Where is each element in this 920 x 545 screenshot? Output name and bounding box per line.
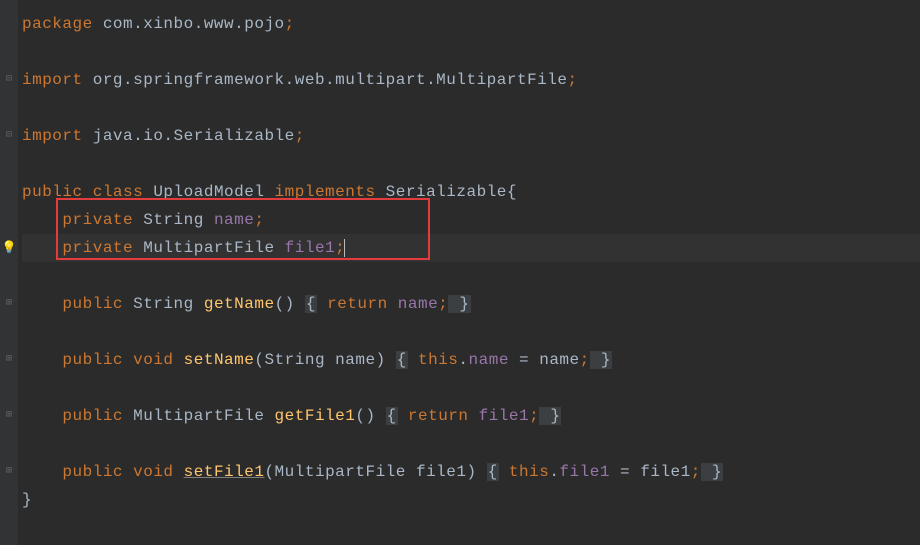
code-line	[22, 150, 920, 178]
code-line: private String name;	[22, 206, 920, 234]
code-line	[22, 374, 920, 402]
code-line-current: private MultipartFile file1;	[22, 234, 920, 262]
fold-marker-icon[interactable]: ⊞	[0, 458, 18, 486]
code-line	[22, 94, 920, 122]
code-line: public void setFile1(MultipartFile file1…	[22, 458, 920, 486]
code-line	[22, 430, 920, 458]
fold-marker-icon[interactable]: ⊟	[0, 122, 18, 150]
gutter-row	[0, 10, 18, 38]
gutter-row	[0, 486, 18, 514]
gutter-row	[0, 150, 18, 178]
fold-marker-icon[interactable]: ⊟	[0, 66, 18, 94]
gutter-row	[0, 94, 18, 122]
fold-marker-icon[interactable]: ⊞	[0, 402, 18, 430]
code-area[interactable]: package com.xinbo.www.pojo; import org.s…	[18, 0, 920, 545]
code-line: public class UploadModel implements Seri…	[22, 178, 920, 206]
code-line: package com.xinbo.www.pojo;	[22, 10, 920, 38]
text-cursor	[344, 239, 345, 257]
code-line: public void setName(String name) { this.…	[22, 346, 920, 374]
code-line: public String getName() { return name; }	[22, 290, 920, 318]
gutter-row	[0, 206, 18, 234]
code-line: }	[22, 486, 920, 514]
code-line	[22, 318, 920, 346]
gutter-row	[0, 430, 18, 458]
code-line	[22, 38, 920, 66]
code-line: public MultipartFile getFile1() { return…	[22, 402, 920, 430]
gutter-row	[0, 374, 18, 402]
code-editor[interactable]: ⊟ ⊟ 💡 ⊞ ⊞ ⊞ ⊞ package com.xinbo.www.pojo…	[0, 0, 920, 545]
gutter-row	[0, 38, 18, 66]
gutter: ⊟ ⊟ 💡 ⊞ ⊞ ⊞ ⊞	[0, 0, 18, 545]
fold-marker-icon[interactable]: ⊞	[0, 346, 18, 374]
gutter-row	[0, 178, 18, 206]
code-line	[22, 262, 920, 290]
code-line: import org.springframework.web.multipart…	[22, 66, 920, 94]
code-line: import java.io.Serializable;	[22, 122, 920, 150]
fold-marker-icon[interactable]: ⊞	[0, 290, 18, 318]
gutter-row	[0, 318, 18, 346]
intention-bulb-icon[interactable]: 💡	[0, 234, 18, 262]
gutter-row	[0, 262, 18, 290]
